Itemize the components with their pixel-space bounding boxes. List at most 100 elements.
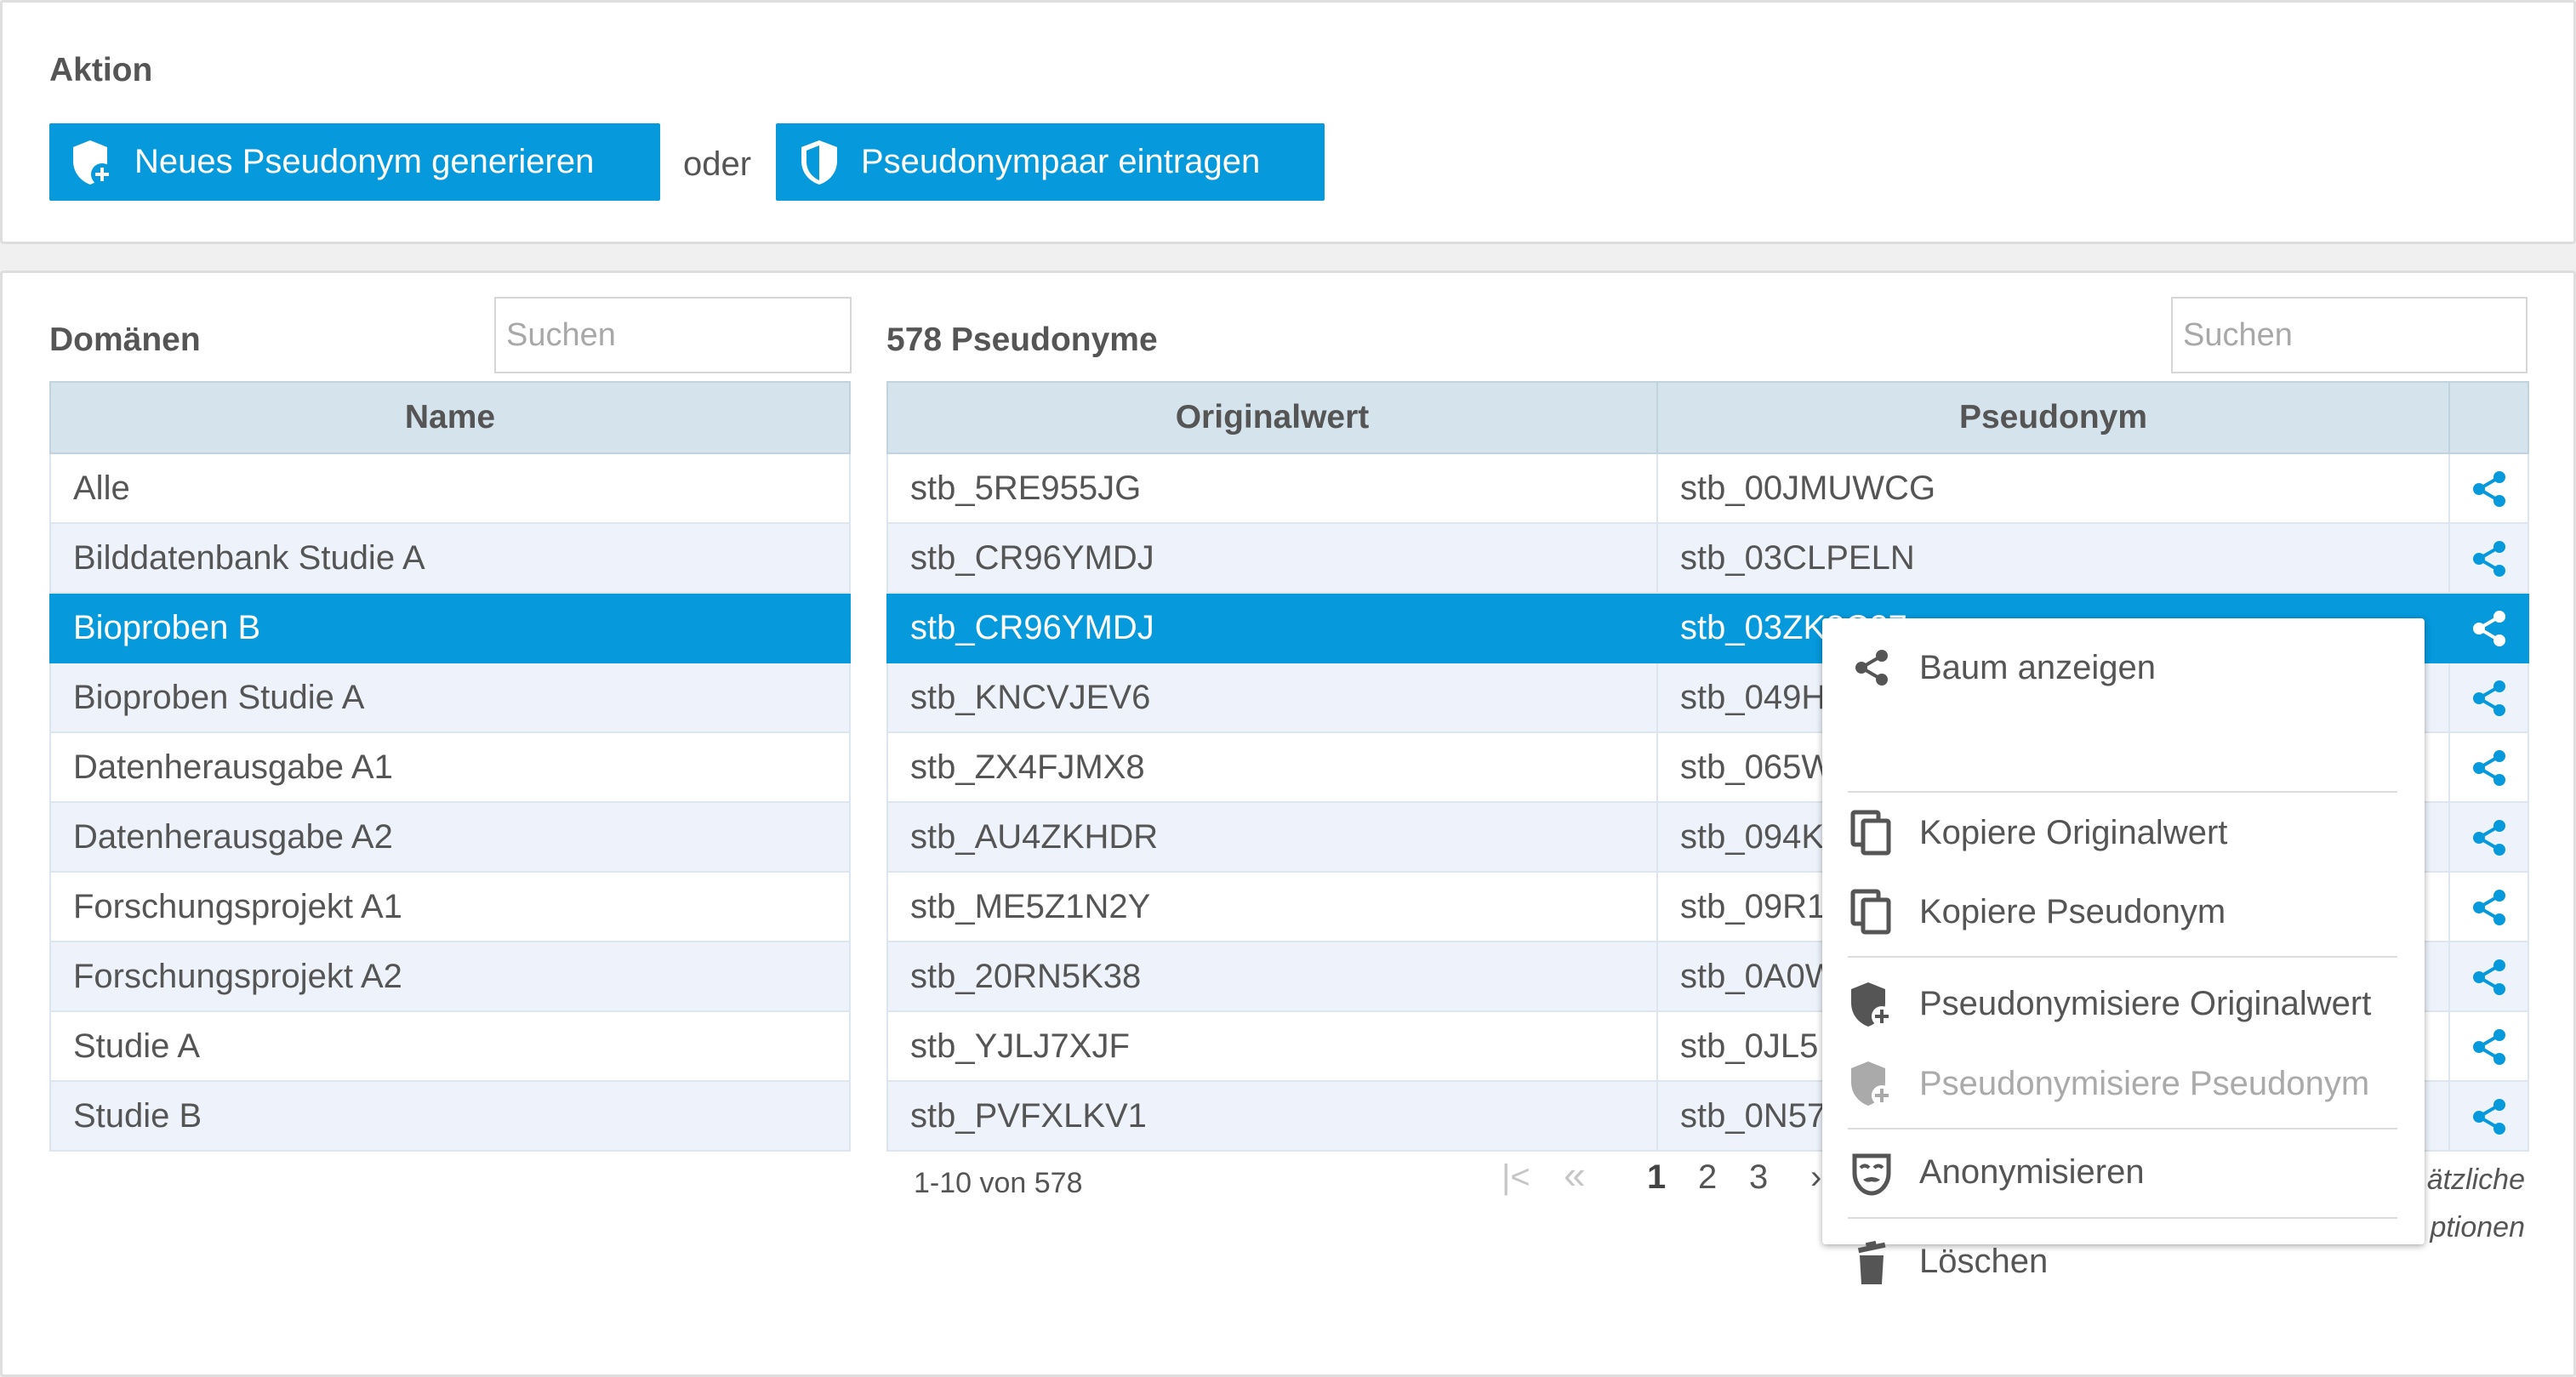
original-value-cell[interactable]: stb_KNCVJEV6: [886, 662, 1658, 733]
pseudonym-pair-button[interactable]: Pseudonympaar eintragen: [776, 123, 1325, 201]
next-page-button[interactable]: ›: [1810, 1158, 1821, 1197]
row-actions-cell: [2448, 1080, 2529, 1152]
domain-name-cell[interactable]: Bioproben Studie A: [49, 662, 851, 733]
domain-row[interactable]: Forschungsprojekt A1: [49, 871, 851, 942]
copy-icon: [1848, 888, 1895, 936]
menu-item-löschen[interactable]: Löschen: [1848, 1228, 2401, 1296]
row-actions-cell: [2448, 731, 2529, 803]
pseudonym-cell[interactable]: stb_00JMUWCG: [1656, 452, 2450, 524]
menu-item-label: Pseudonymisiere Pseudonym: [1919, 1064, 2370, 1102]
original-value-cell[interactable]: stb_20RN5K38: [886, 941, 1658, 1012]
original-value-cell[interactable]: stb_YJLJ7XJF: [886, 1010, 1658, 1082]
menu-item-kopiere-originalwert[interactable]: Kopiere Originalwert: [1848, 799, 2401, 867]
domain-name-cell[interactable]: Alle: [49, 452, 851, 524]
pseudonym-cell[interactable]: stb_03CLPELN: [1656, 522, 2450, 594]
or-label: oder: [683, 145, 752, 183]
domain-row[interactable]: Forschungsprojekt A2: [49, 941, 851, 1012]
menu-item-label: Löschen: [1919, 1243, 2049, 1281]
domain-row[interactable]: Bioproben B: [49, 592, 851, 663]
column-header-name[interactable]: Name: [49, 381, 851, 454]
domain-name-cell[interactable]: Studie B: [49, 1080, 851, 1152]
shield-plus-icon: [73, 139, 113, 185]
share-icon[interactable]: [2470, 748, 2509, 788]
share-icon[interactable]: [2470, 609, 2509, 648]
menu-item-label: Kopiere Originalwert: [1919, 813, 2228, 851]
original-value-cell[interactable]: stb_5RE955JG: [886, 452, 1658, 524]
pagination-info: 1-10 von 578: [914, 1167, 1083, 1199]
domain-row[interactable]: Studie B: [49, 1080, 851, 1152]
trash-icon: [1848, 1238, 1895, 1286]
row-actions-cell: [2448, 662, 2529, 733]
column-header-original[interactable]: Originalwert: [886, 381, 1658, 454]
share-icon: [1848, 644, 1895, 691]
domain-row[interactable]: Datenherausgabe A1: [49, 731, 851, 803]
domain-name-cell[interactable]: Studie A: [49, 1010, 851, 1082]
menu-item-anonymisieren[interactable]: Anonymisieren: [1848, 1139, 2401, 1207]
original-value-cell[interactable]: stb_PVFXLKV1: [886, 1080, 1658, 1152]
share-icon[interactable]: [2470, 1027, 2509, 1067]
new-pseudonym-button[interactable]: Neues Pseudonym generieren: [49, 123, 660, 201]
domain-name-cell[interactable]: Bioproben B: [49, 592, 851, 663]
prev-page-button[interactable]: «: [1564, 1152, 1586, 1198]
domain-search-input[interactable]: [494, 297, 852, 373]
shield-plus-icon: [1848, 981, 1895, 1028]
share-icon[interactable]: [2470, 539, 2509, 578]
domain-row[interactable]: Datenherausgabe A2: [49, 801, 851, 873]
domain-row[interactable]: Alle: [49, 452, 851, 524]
menu-divider: [1848, 1216, 2397, 1219]
menu-item-kopiere-pseudonym[interactable]: Kopiere Pseudonym: [1848, 878, 2401, 946]
action-title: Aktion: [49, 52, 153, 88]
menu-item-label: Pseudonymisiere Originalwert: [1919, 985, 2372, 1023]
pseudonym-row[interactable]: stb_CR96YMDJ stb_03CLPELN: [886, 522, 2529, 594]
pseudonym-row[interactable]: stb_5RE955JG stb_00JMUWCG: [886, 452, 2529, 524]
action-panel: Aktion Neues Pseudonym generieren oder P…: [0, 0, 2576, 244]
new-pseudonym-label: Neues Pseudonym generieren: [134, 143, 595, 180]
domain-name-cell[interactable]: Bilddatenbank Studie A: [49, 522, 851, 594]
domains-title: Domänen: [49, 321, 201, 358]
menu-divider: [1848, 791, 2397, 794]
domain-name-cell[interactable]: Forschungsprojekt A1: [49, 871, 851, 942]
menu-divider: [1848, 1128, 2397, 1130]
menu-divider: [1848, 956, 2397, 959]
domain-row[interactable]: Studie A: [49, 1010, 851, 1082]
mask-icon: [1848, 1149, 1895, 1197]
menu-item-label: Kopiere Pseudonym: [1919, 892, 2226, 930]
menu-item-label: Anonymisieren: [1919, 1153, 2145, 1192]
original-value-cell[interactable]: stb_AU4ZKHDR: [886, 801, 1658, 873]
share-icon[interactable]: [2470, 818, 2509, 857]
domain-name-cell[interactable]: Forschungsprojekt A2: [49, 941, 851, 1012]
pseudonyms-title: 578 Pseudonyme: [886, 321, 1158, 358]
share-icon[interactable]: [2470, 958, 2509, 997]
original-value-cell[interactable]: stb_ZX4FJMX8: [886, 731, 1658, 803]
original-value-cell[interactable]: stb_CR96YMDJ: [886, 592, 1658, 663]
domain-name-cell[interactable]: Datenherausgabe A1: [49, 731, 851, 803]
first-page-button[interactable]: |<: [1502, 1158, 1530, 1197]
menu-item-pseudonymisiere-pseudonym[interactable]: Pseudonymisiere Pseudonym: [1848, 1050, 2401, 1118]
page-3-button[interactable]: 3: [1749, 1158, 1768, 1197]
row-actions-cell: [2448, 592, 2529, 663]
domain-table: Name Alle Bilddatenbank Studie A Bioproben…: [49, 381, 851, 1152]
column-header-pseudonym[interactable]: Pseudonym: [1656, 381, 2450, 454]
menu-item-label: Baum anzeigen: [1919, 648, 2156, 686]
menu-item-pseudonymisiere-originalwert[interactable]: Pseudonymisiere Originalwert: [1848, 970, 2401, 1038]
page-2-button[interactable]: 2: [1698, 1158, 1717, 1197]
row-actions-cell: [2448, 1010, 2529, 1082]
original-value-cell[interactable]: stb_CR96YMDJ: [886, 522, 1658, 594]
row-actions-cell: [2448, 801, 2529, 873]
context-menu: Baum anzeigen Kopiere Originalwert Kopiere…: [1822, 618, 2425, 1284]
original-value-cell[interactable]: stb_ME5Z1N2Y: [886, 871, 1658, 942]
share-icon[interactable]: [2470, 679, 2509, 718]
copy-icon: [1848, 809, 1895, 856]
domain-name-cell[interactable]: Datenherausgabe A2: [49, 801, 851, 873]
menu-item-baum-anzeigen[interactable]: Baum anzeigen: [1848, 634, 2401, 702]
domain-row[interactable]: Bioproben Studie A: [49, 662, 851, 733]
share-icon[interactable]: [2470, 1097, 2509, 1136]
row-actions-cell: [2448, 941, 2529, 1012]
share-icon[interactable]: [2470, 888, 2509, 927]
domain-row[interactable]: Bilddatenbank Studie A: [49, 522, 851, 594]
row-actions-cell: [2448, 522, 2529, 594]
pseudonym-search-input[interactable]: [2171, 297, 2528, 373]
page-1-button[interactable]: 1: [1647, 1158, 1666, 1197]
share-icon[interactable]: [2470, 469, 2509, 509]
shield-plus-icon: [1848, 1060, 1895, 1107]
